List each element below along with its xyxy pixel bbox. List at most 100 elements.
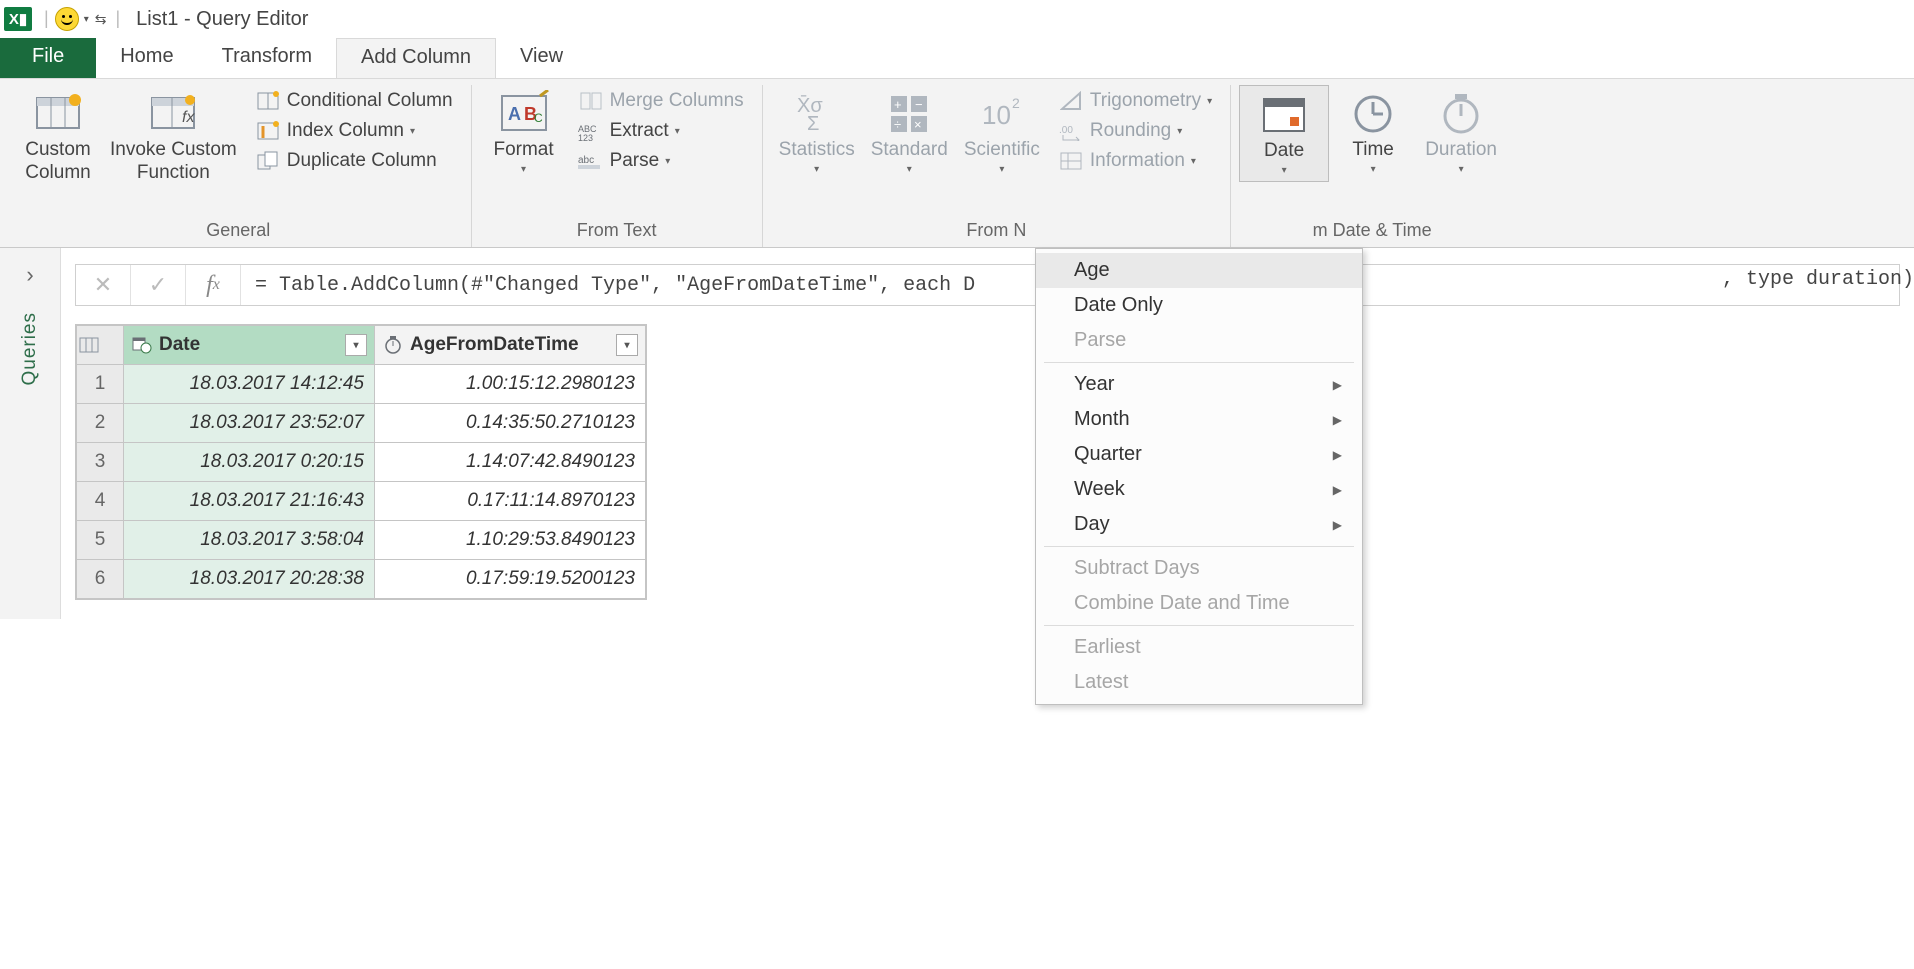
cell-age[interactable]: 0.17:59:19.5200123 <box>375 560 646 599</box>
duration-button[interactable]: Duration <box>1417 85 1505 180</box>
tab-view[interactable]: View <box>496 38 587 78</box>
custom-column-icon <box>32 89 84 137</box>
menu-item-earliest: Earliest <box>1036 630 1362 665</box>
merge-columns-icon <box>578 90 604 112</box>
formula-commit-button[interactable]: ✓ <box>131 265 186 305</box>
rounding-button[interactable]: .00 Rounding ▾ <box>1054 117 1216 145</box>
trigonometry-label: Trigonometry <box>1090 90 1201 112</box>
cell-age[interactable]: 1.00:15:12.2980123 <box>375 365 646 404</box>
format-button[interactable]: ABC Format <box>480 85 568 180</box>
chevron-right-icon[interactable]: › <box>26 262 33 288</box>
ribbon-tabs: File Home Transform Add Column View <box>0 38 1914 78</box>
menu-item-age[interactable]: Age <box>1036 253 1362 288</box>
submenu-arrow-icon: ▶ <box>1333 448 1342 462</box>
parse-label: Parse <box>610 150 660 172</box>
duplicate-column-button[interactable]: Duplicate Column <box>251 147 457 175</box>
main-area: ✕ ✓ fx = Table.AddColumn(#"Changed Type"… <box>61 248 1914 619</box>
qat-separator-2: | <box>115 8 120 29</box>
qat-dropdown-icon[interactable]: ▾ <box>84 14 89 25</box>
tab-file[interactable]: File <box>0 38 96 78</box>
menu-item-quarter[interactable]: Quarter▶ <box>1036 437 1362 472</box>
invoke-custom-function-icon: fx <box>147 89 199 137</box>
parse-button[interactable]: abc Parse ▾ <box>574 147 748 175</box>
standard-button[interactable]: +−÷× Standard <box>863 85 956 180</box>
queries-pane-collapsed[interactable]: › Queries <box>0 248 61 619</box>
cell-age[interactable]: 0.14:35:50.2710123 <box>375 404 646 443</box>
tab-add-column[interactable]: Add Column <box>336 38 496 78</box>
cell-date[interactable]: 18.03.2017 20:28:38 <box>124 560 375 599</box>
invoke-custom-function-label: Invoke Custom Function <box>110 139 237 185</box>
column-header-date[interactable]: Date ▾ <box>124 326 375 365</box>
merge-columns-button[interactable]: Merge Columns <box>574 87 748 115</box>
menu-item-label: Parse <box>1074 329 1126 352</box>
smiley-icon[interactable] <box>55 7 79 31</box>
information-label: Information <box>1090 150 1185 172</box>
information-button[interactable]: Information ▾ <box>1054 147 1216 175</box>
row-number[interactable]: 5 <box>77 521 124 560</box>
svg-text:×: × <box>914 117 922 132</box>
menu-item-day[interactable]: Day▶ <box>1036 507 1362 542</box>
menu-item-latest: Latest <box>1036 665 1362 700</box>
data-grid: Date ▾ AgeFromDat <box>75 324 647 600</box>
menu-item-label: Day <box>1074 513 1110 536</box>
date-label: Date <box>1264 140 1304 163</box>
column-header-age[interactable]: AgeFromDateTime ▾ <box>375 326 646 365</box>
menu-item-combine-date-and-time: Combine Date and Time <box>1036 586 1362 621</box>
ribbon-group-from-text: ABC Format Merge Columns ABC123 Extract … <box>472 85 763 247</box>
menu-item-month[interactable]: Month▶ <box>1036 402 1362 437</box>
menu-item-year[interactable]: Year▶ <box>1036 367 1362 402</box>
row-number[interactable]: 2 <box>77 404 124 443</box>
cell-date[interactable]: 18.03.2017 14:12:45 <box>124 365 375 404</box>
row-number[interactable]: 3 <box>77 443 124 482</box>
ribbon-group-label-from-text: From Text <box>480 216 754 247</box>
menu-item-date-only[interactable]: Date Only <box>1036 288 1362 323</box>
time-button[interactable]: Time <box>1329 85 1417 180</box>
column-filter-dropdown[interactable]: ▾ <box>616 334 638 356</box>
scientific-button[interactable]: 102 Scientific <box>956 85 1048 180</box>
cell-date[interactable]: 18.03.2017 21:16:43 <box>124 482 375 521</box>
svg-text:÷: ÷ <box>894 117 901 132</box>
formula-cancel-button[interactable]: ✕ <box>76 265 131 305</box>
menu-item-label: Latest <box>1074 671 1128 694</box>
cell-age[interactable]: 1.14:07:42.8490123 <box>375 443 646 482</box>
cell-age[interactable]: 0.17:11:14.8970123 <box>375 482 646 521</box>
index-column-button[interactable]: Index Column ▾ <box>251 117 457 145</box>
menu-item-label: Date Only <box>1074 294 1163 317</box>
svg-text:−: − <box>915 97 923 112</box>
date-icon <box>1258 90 1310 138</box>
conditional-column-label: Conditional Column <box>287 90 453 112</box>
column-filter-dropdown[interactable]: ▾ <box>345 334 367 356</box>
merge-columns-label: Merge Columns <box>610 90 744 112</box>
svg-text:C: C <box>534 111 543 125</box>
row-number[interactable]: 4 <box>77 482 124 521</box>
grid-corner[interactable] <box>77 326 124 365</box>
tab-transform[interactable]: Transform <box>198 38 336 78</box>
cell-date[interactable]: 18.03.2017 0:20:15 <box>124 443 375 482</box>
dropdown-caret-icon: ▾ <box>410 126 415 137</box>
ribbon-group-general: Custom Column fx Invoke Custom Function … <box>6 85 472 247</box>
conditional-column-button[interactable]: Conditional Column <box>251 87 457 115</box>
menu-item-label: Week <box>1074 478 1125 501</box>
row-number[interactable]: 1 <box>77 365 124 404</box>
tab-home[interactable]: Home <box>96 38 197 78</box>
extract-label: Extract <box>610 120 669 142</box>
extract-button[interactable]: ABC123 Extract ▾ <box>574 117 748 145</box>
row-number[interactable]: 6 <box>77 560 124 599</box>
trigonometry-button[interactable]: Trigonometry ▾ <box>1054 87 1216 115</box>
date-button[interactable]: Date <box>1239 85 1329 182</box>
cell-date[interactable]: 18.03.2017 23:52:07 <box>124 404 375 443</box>
svg-text:123: 123 <box>578 133 593 141</box>
qat-customize-icon[interactable]: ⇆ <box>95 11 107 28</box>
menu-item-label: Year <box>1074 373 1114 396</box>
statistics-button[interactable]: X̄σΣ Statistics <box>771 85 863 180</box>
cell-date[interactable]: 18.03.2017 3:58:04 <box>124 521 375 560</box>
cell-age[interactable]: 1.10:29:53.8490123 <box>375 521 646 560</box>
menu-item-label: Subtract Days <box>1074 557 1200 580</box>
ribbon-group-label-from-datetime: m Date & Time <box>1239 216 1505 247</box>
svg-text:Σ: Σ <box>807 113 819 134</box>
custom-column-button[interactable]: Custom Column <box>14 85 102 189</box>
invoke-custom-function-button[interactable]: fx Invoke Custom Function <box>102 85 245 189</box>
menu-item-label: Age <box>1074 259 1110 282</box>
fx-icon: fx <box>186 265 241 305</box>
menu-item-week[interactable]: Week▶ <box>1036 472 1362 507</box>
